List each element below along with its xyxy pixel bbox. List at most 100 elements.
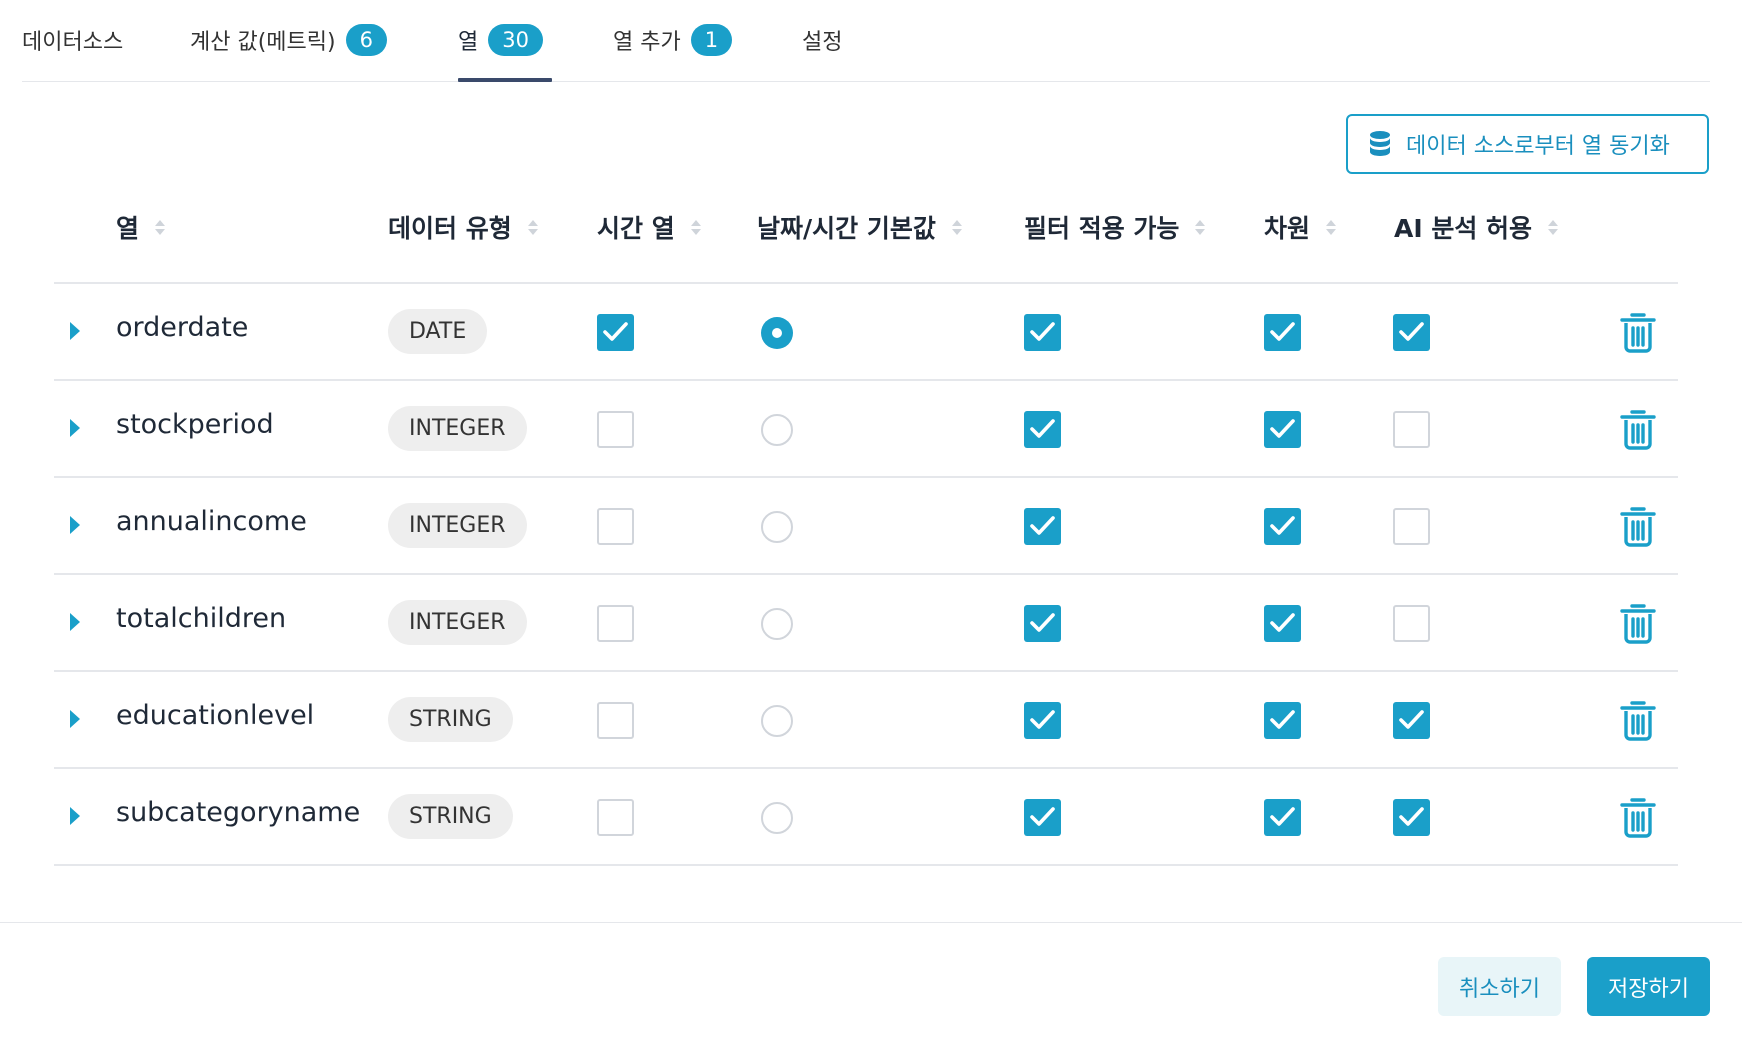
trash-icon[interactable] xyxy=(1618,796,1658,844)
table-row: educationlevel STRING xyxy=(54,672,1678,769)
header-filterable[interactable]: 필터 적용 가능 xyxy=(1024,210,1206,244)
dimension-checkbox[interactable] xyxy=(1264,508,1301,545)
default-datetime-radio[interactable] xyxy=(761,705,793,737)
sort-icon xyxy=(690,219,701,235)
expand-row-icon[interactable] xyxy=(70,516,80,534)
ai-allowed-checkbox[interactable] xyxy=(1393,508,1430,545)
column-name: educationlevel xyxy=(116,700,315,731)
header-label: 시간 열 xyxy=(597,214,675,243)
data-type-tag: INTEGER xyxy=(388,503,527,548)
header-default-datetime[interactable]: 날짜/시간 기본값 xyxy=(757,210,962,244)
sort-icon xyxy=(1548,219,1559,235)
footer-bar: 취소하기 저장하기 xyxy=(0,922,1742,1048)
ai-allowed-checkbox[interactable] xyxy=(1393,605,1430,642)
sync-button-label: 데이터 소스로부터 열 동기화 xyxy=(1406,134,1670,159)
ai-allowed-checkbox[interactable] xyxy=(1393,314,1430,351)
ai-allowed-checkbox[interactable] xyxy=(1393,411,1430,448)
cancel-button[interactable]: 취소하기 xyxy=(1438,957,1561,1016)
sync-columns-button[interactable]: 데이터 소스로부터 열 동기화 xyxy=(1346,114,1709,174)
filterable-checkbox[interactable] xyxy=(1024,411,1061,448)
ai-allowed-checkbox[interactable] xyxy=(1393,799,1430,836)
header-ai-allowed[interactable]: AI 분석 허용 xyxy=(1394,210,1559,244)
dimension-checkbox[interactable] xyxy=(1264,314,1301,351)
expand-row-icon[interactable] xyxy=(70,322,80,340)
tab-datasource[interactable]: 데이터소스 xyxy=(22,20,123,60)
table-row: subcategoryname STRING xyxy=(54,769,1678,866)
tab-label: 데이터소스 xyxy=(22,30,124,55)
table-row: orderdate DATE xyxy=(54,284,1678,381)
header-label: 데이터 유형 xyxy=(388,214,512,243)
trash-icon[interactable] xyxy=(1618,699,1658,747)
sort-icon xyxy=(951,219,962,235)
trash-icon[interactable] xyxy=(1618,311,1658,359)
time-column-checkbox[interactable] xyxy=(597,508,634,545)
column-name: orderdate xyxy=(116,312,249,343)
count-badge: 1 xyxy=(690,24,733,56)
column-name: stockperiod xyxy=(116,409,274,440)
time-column-checkbox[interactable] xyxy=(597,314,634,351)
data-type-tag: DATE xyxy=(388,309,488,354)
data-type-tag: STRING xyxy=(388,697,513,742)
expand-row-icon[interactable] xyxy=(70,710,80,728)
table-row: annualincome INTEGER xyxy=(54,478,1678,575)
time-column-checkbox[interactable] xyxy=(597,702,634,739)
time-column-checkbox[interactable] xyxy=(597,411,634,448)
expand-row-icon[interactable] xyxy=(70,419,80,437)
header-label: 차원 xyxy=(1264,214,1311,243)
data-type-tag: INTEGER xyxy=(388,406,527,451)
trash-icon[interactable] xyxy=(1618,408,1658,456)
time-column-checkbox[interactable] xyxy=(597,605,634,642)
header-column[interactable]: 열 xyxy=(116,210,166,244)
dimension-checkbox[interactable] xyxy=(1264,605,1301,642)
table-header: 열 데이터 유형 시간 열 날짜/시간 기본값 필터 적용 가능 차원 AI 분… xyxy=(54,198,1678,284)
data-type-tag: STRING xyxy=(388,794,513,839)
tab-settings[interactable]: 설정 xyxy=(802,20,842,60)
active-tab-indicator xyxy=(458,78,552,82)
save-button[interactable]: 저장하기 xyxy=(1587,957,1710,1016)
dimension-checkbox[interactable] xyxy=(1264,799,1301,836)
tab-metrics[interactable]: 계산 값(메트릭) 6 xyxy=(190,20,387,60)
sort-icon xyxy=(527,219,538,235)
tab-add-column[interactable]: 열 추가 1 xyxy=(613,20,733,60)
dimension-checkbox[interactable] xyxy=(1264,702,1301,739)
column-name: annualincome xyxy=(116,506,307,537)
column-name: totalchildren xyxy=(116,603,287,634)
filterable-checkbox[interactable] xyxy=(1024,508,1061,545)
header-label: 필터 적용 가능 xyxy=(1024,214,1180,243)
default-datetime-radio[interactable] xyxy=(761,608,793,640)
tab-label: 열 xyxy=(458,30,479,55)
tab-label: 계산 값(메트릭) xyxy=(190,30,336,55)
filterable-checkbox[interactable] xyxy=(1024,605,1061,642)
filterable-checkbox[interactable] xyxy=(1024,314,1061,351)
default-datetime-radio[interactable] xyxy=(761,802,793,834)
count-badge: 6 xyxy=(345,24,387,56)
header-time-column[interactable]: 시간 열 xyxy=(597,210,701,244)
header-label: AI 분석 허용 xyxy=(1394,214,1533,243)
expand-row-icon[interactable] xyxy=(70,807,80,825)
header-label: 날짜/시간 기본값 xyxy=(757,214,936,243)
database-icon xyxy=(1370,131,1390,156)
tab-columns[interactable]: 열 30 xyxy=(458,20,543,60)
ai-allowed-checkbox[interactable] xyxy=(1393,702,1430,739)
filterable-checkbox[interactable] xyxy=(1024,702,1061,739)
header-data-type[interactable]: 데이터 유형 xyxy=(388,210,538,244)
filterable-checkbox[interactable] xyxy=(1024,799,1061,836)
count-badge: 30 xyxy=(488,24,543,56)
default-datetime-radio[interactable] xyxy=(761,511,793,543)
default-datetime-radio[interactable] xyxy=(761,317,793,349)
trash-icon[interactable] xyxy=(1618,602,1658,650)
tab-label: 설정 xyxy=(802,30,843,55)
expand-row-icon[interactable] xyxy=(70,613,80,631)
dimension-checkbox[interactable] xyxy=(1264,411,1301,448)
trash-icon[interactable] xyxy=(1618,505,1658,553)
sort-icon xyxy=(1326,219,1337,235)
table-row: totalchildren INTEGER xyxy=(54,575,1678,672)
time-column-checkbox[interactable] xyxy=(597,799,634,836)
sort-icon xyxy=(1195,219,1206,235)
header-dimension[interactable]: 차원 xyxy=(1264,210,1337,244)
data-type-tag: INTEGER xyxy=(388,600,527,645)
header-label: 열 xyxy=(116,214,140,243)
default-datetime-radio[interactable] xyxy=(761,414,793,446)
table-row: stockperiod INTEGER xyxy=(54,381,1678,478)
column-name: subcategoryname xyxy=(116,797,361,828)
